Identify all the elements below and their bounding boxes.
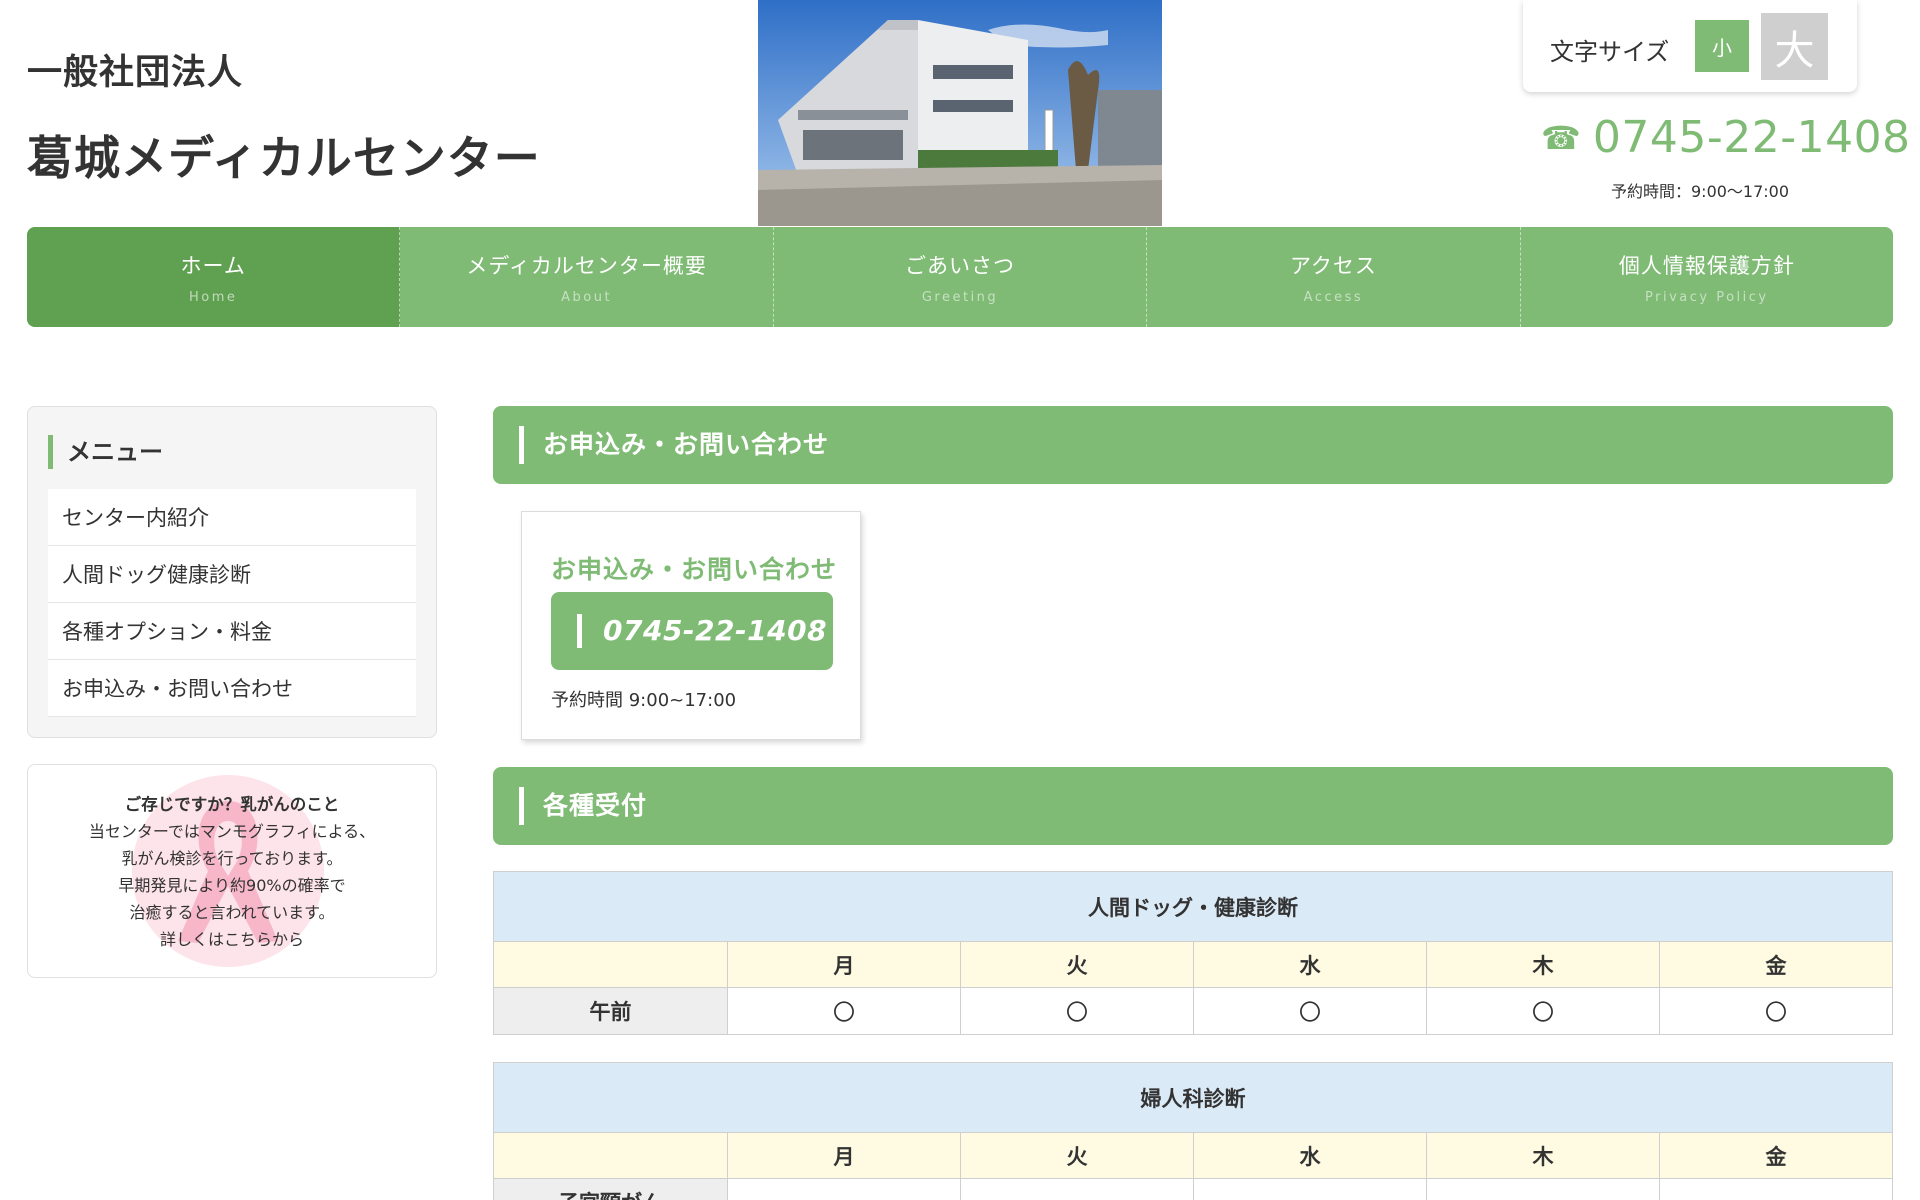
availability-cell xyxy=(960,1178,1194,1200)
banner-text: ご存じですか？乳がんのこと 当センターではマンモグラフィによる、 乳がん検診を行… xyxy=(28,791,436,953)
day-header: 火 xyxy=(960,941,1194,988)
day-header: 火 xyxy=(960,1132,1194,1179)
sidebar-item-facility[interactable]: センター内紹介 xyxy=(48,489,416,546)
schedule-title: 婦人科診断 xyxy=(493,1062,1893,1133)
banner-line: 当センターではマンモグラフィによる、 xyxy=(88,822,376,841)
nav-item-about[interactable]: メディカルセンター概要 About xyxy=(400,227,774,327)
font-size-small-button[interactable]: 小 xyxy=(1695,20,1749,72)
availability-cell: 〇 xyxy=(727,987,961,1035)
reception-section-heading: 各種受付 xyxy=(493,767,1893,845)
header-tel-hours: 予約時間：9:00〜17:00 xyxy=(1611,182,1790,201)
breast-cancer-banner[interactable]: ご存じですか？乳がんのこと 当センターではマンモグラフィによる、 乳がん検診を行… xyxy=(27,764,437,978)
table-row: 子宮頸がん xyxy=(493,1178,1893,1200)
day-header: 木 xyxy=(1426,1132,1660,1179)
day-header: 木 xyxy=(1426,941,1660,988)
sidebar-title: メニュー xyxy=(48,435,163,469)
contact-section-heading: お申込み・お問い合わせ xyxy=(493,406,1893,484)
row-label: 午前 xyxy=(493,987,728,1035)
schedule-table-gynecology: 婦人科診断 月 火 水 木 金 子宮頸がん xyxy=(493,1062,1893,1200)
font-size-label: 文字サイズ xyxy=(1550,38,1670,66)
heading-accent-bar xyxy=(519,426,524,464)
schedule-title: 人間ドッグ・健康診断 xyxy=(493,871,1893,942)
sidebar-item-checkup[interactable]: 人間ドッグ健康診断 xyxy=(48,546,416,603)
contact-card-title: お申込み・お問い合わせ xyxy=(551,555,838,584)
banner-link[interactable]: 詳しくはこちらから xyxy=(28,926,436,953)
day-header: 金 xyxy=(1659,941,1893,988)
site-title[interactable]: 葛城メディカルセンター xyxy=(27,122,541,188)
day-header: 月 xyxy=(727,941,961,988)
banner-line: 乳がん検診を行っております。 xyxy=(121,849,343,868)
sidebar-item-options[interactable]: 各種オプション・料金 xyxy=(48,603,416,660)
heading-text: お申込み・お問い合わせ xyxy=(543,430,830,459)
availability-cell: 〇 xyxy=(1659,987,1893,1035)
heading-text: 各種受付 xyxy=(543,791,648,820)
day-header-empty xyxy=(493,1132,728,1179)
availability-cell: 〇 xyxy=(960,987,1194,1035)
nav-item-label: 個人情報保護方針 xyxy=(1618,253,1795,278)
sidebar-menu: メニュー センター内紹介 人間ドッグ健康診断 各種オプション・料金 お申込み・お… xyxy=(27,406,437,738)
row-label: 子宮頸がん xyxy=(493,1178,728,1200)
contact-tel-button[interactable]: 0745-22-1408 xyxy=(551,592,833,670)
day-header: 水 xyxy=(1193,1132,1427,1179)
availability-cell xyxy=(1426,1178,1660,1200)
contact-card-hours: 予約時間 9:00~17:00 xyxy=(551,690,737,711)
heading-accent-bar xyxy=(519,787,524,825)
building-photo xyxy=(758,0,1162,226)
banner-line: 治癒すると言われています。 xyxy=(129,903,335,922)
button-accent-bar xyxy=(577,614,582,648)
header-tel-number[interactable]: 0745-22-1408 xyxy=(1593,112,1911,163)
availability-cell xyxy=(1659,1178,1893,1200)
table-row: 午前 〇 〇 〇 〇 〇 xyxy=(493,987,1893,1035)
org-name: 一般社団法人 xyxy=(27,53,244,93)
header-tel[interactable]: ☎ 0745-22-1408 xyxy=(1541,112,1911,163)
availability-cell: 〇 xyxy=(1193,987,1427,1035)
nav-item-sublabel: Privacy Policy xyxy=(1645,289,1769,305)
day-header-empty xyxy=(493,941,728,988)
availability-cell: 〇 xyxy=(1426,987,1660,1035)
nav-item-label: ホーム xyxy=(180,253,246,278)
nav-item-sublabel: Home xyxy=(189,289,238,305)
availability-cell xyxy=(1193,1178,1427,1200)
nav-item-sublabel: Greeting xyxy=(921,289,999,305)
banner-title: ご存じですか？乳がんのこと xyxy=(124,795,340,814)
sidebar-item-contact[interactable]: お申込み・お問い合わせ xyxy=(48,660,416,717)
nav-item-privacy[interactable]: 個人情報保護方針 Privacy Policy xyxy=(1521,227,1893,327)
banner-line: 早期発見により約90%の確率で xyxy=(118,876,346,895)
nav-item-home[interactable]: ホーム Home xyxy=(27,227,401,327)
availability-cell xyxy=(727,1178,961,1200)
nav-item-greeting[interactable]: ごあいさつ Greeting xyxy=(774,227,1148,327)
nav-item-label: アクセス xyxy=(1289,253,1377,278)
nav-item-sublabel: Access xyxy=(1303,289,1364,305)
contact-card: お申込み・お問い合わせ 0745-22-1408 予約時間 9:00~17:00 xyxy=(521,511,861,740)
contact-tel-number: 0745-22-1408 xyxy=(603,614,828,647)
phone-icon: ☎ xyxy=(1541,118,1581,157)
schedule-table-checkup: 人間ドッグ・健康診断 月 火 水 木 金 午前 〇 〇 〇 〇 〇 xyxy=(493,871,1893,1035)
nav-item-label: ごあいさつ xyxy=(905,253,1016,278)
nav-item-label: メディカルセンター概要 xyxy=(466,253,707,278)
sidebar-list: センター内紹介 人間ドッグ健康診断 各種オプション・料金 お申込み・お問い合わせ xyxy=(48,489,416,717)
font-size-large-button[interactable]: 大 xyxy=(1761,13,1828,80)
nav-item-sublabel: About xyxy=(561,289,613,305)
day-header: 月 xyxy=(727,1132,961,1179)
font-size-switcher: 文字サイズ 小 大 xyxy=(1523,0,1857,92)
nav-item-access[interactable]: アクセス Access xyxy=(1147,227,1521,327)
day-header: 水 xyxy=(1193,941,1427,988)
global-nav: ホーム Home メディカルセンター概要 About ごあいさつ Greetin… xyxy=(27,227,1893,327)
day-header: 金 xyxy=(1659,1132,1893,1179)
